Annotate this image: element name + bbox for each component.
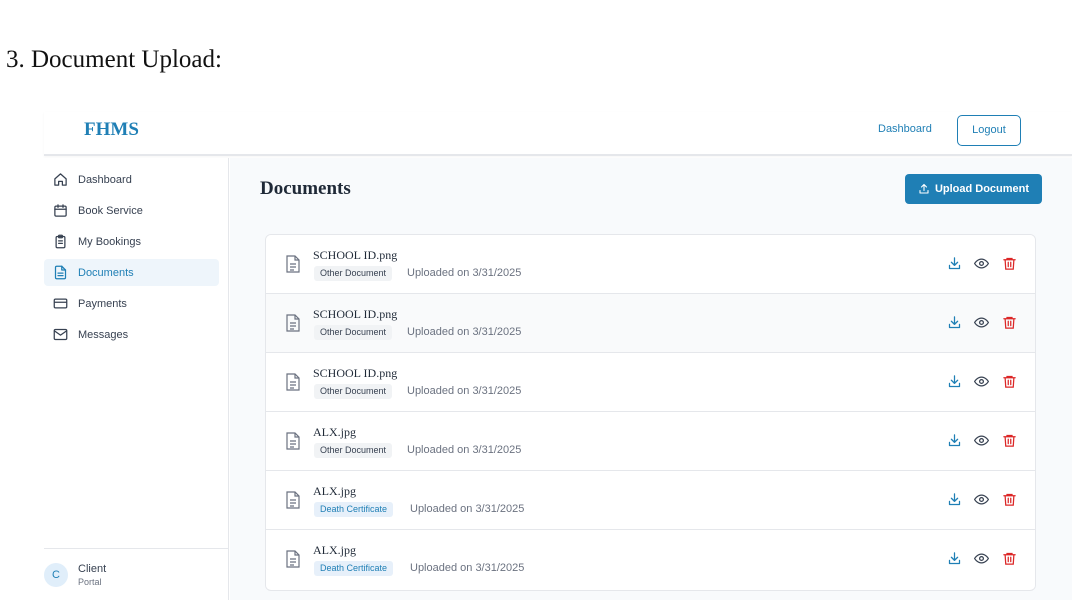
document-type-badge: Other Document: [314, 384, 393, 399]
list-item: SCHOOL ID.png Other Document Uploaded on…: [266, 294, 1035, 353]
upload-date: Uploaded on 3/31/2025: [407, 444, 522, 456]
download-icon[interactable]: [947, 551, 963, 567]
file-icon: [286, 373, 300, 391]
download-icon[interactable]: [947, 374, 963, 390]
trash-icon[interactable]: [1002, 551, 1018, 567]
document-type-badge: Other Document: [314, 266, 393, 281]
user-profile[interactable]: C Client Portal: [44, 548, 229, 600]
download-icon[interactable]: [947, 315, 963, 331]
view-icon[interactable]: [974, 374, 990, 390]
upload-date: Uploaded on 3/31/2025: [407, 385, 522, 397]
sidebar-item-messages[interactable]: Messages: [44, 321, 219, 348]
download-icon[interactable]: [947, 433, 963, 449]
document-type-badge: Other Document: [314, 325, 393, 340]
avatar: C: [44, 563, 68, 587]
sidebar-item-payments[interactable]: Payments: [44, 290, 219, 317]
file-icon: [286, 314, 300, 332]
user-name: Client: [78, 563, 107, 575]
download-icon[interactable]: [947, 256, 963, 272]
trash-icon[interactable]: [1002, 315, 1018, 331]
list-item: ALX.jpg Death Certificate Uploaded on 3/…: [266, 530, 1035, 589]
trash-icon[interactable]: [1002, 433, 1018, 449]
sidebar-item-book-service[interactable]: Book Service: [44, 197, 219, 224]
upload-date: Uploaded on 3/31/2025: [410, 503, 525, 515]
dashboard-nav-link[interactable]: Dashboard: [878, 123, 932, 135]
sidebar-item-label: Documents: [78, 266, 134, 279]
file-icon: [286, 432, 300, 450]
document-icon: [53, 265, 69, 281]
file-icon: [286, 491, 300, 509]
home-icon: [53, 172, 69, 188]
sidebar-item-label: Messages: [78, 328, 129, 341]
clipboard-icon: [53, 234, 69, 250]
sidebar-item-label: Dashboard: [78, 173, 132, 186]
sidebar-item-documents[interactable]: Documents: [44, 259, 219, 286]
file-icon: [286, 550, 300, 568]
document-type-badge: Death Certificate: [314, 502, 394, 517]
view-icon[interactable]: [974, 433, 990, 449]
main-content: Documents Upload Document SCHOOL ID.png …: [230, 158, 1072, 600]
view-icon[interactable]: [974, 256, 990, 272]
trash-icon[interactable]: [1002, 256, 1018, 272]
trash-icon[interactable]: [1002, 374, 1018, 390]
sidebar-item-label: Payments: [78, 297, 127, 310]
document-type-badge: Other Document: [314, 443, 393, 458]
file-name[interactable]: ALX.jpg: [313, 425, 356, 440]
file-name[interactable]: SCHOOL ID.png: [313, 307, 397, 322]
download-icon[interactable]: [947, 492, 963, 508]
view-icon[interactable]: [974, 551, 990, 567]
page-title: Documents: [260, 178, 351, 199]
upload-date: Uploaded on 3/31/2025: [407, 326, 522, 338]
trash-icon[interactable]: [1002, 492, 1018, 508]
upload-date: Uploaded on 3/31/2025: [407, 267, 522, 279]
top-bar: FHMS Dashboard Logout: [44, 112, 1072, 156]
file-name[interactable]: ALX.jpg: [313, 484, 356, 499]
upload-button-label: Upload Document: [934, 183, 1030, 195]
document-type-badge: Death Certificate: [314, 561, 394, 576]
sidebar-item-my-bookings[interactable]: My Bookings: [44, 228, 219, 255]
logout-button[interactable]: Logout: [957, 115, 1021, 146]
upload-document-button[interactable]: Upload Document: [905, 174, 1042, 204]
upload-icon: [919, 183, 929, 194]
brand-logo[interactable]: FHMS: [84, 119, 139, 141]
document-list: SCHOOL ID.png Other Document Uploaded on…: [265, 234, 1036, 591]
user-role: Portal: [78, 577, 102, 587]
list-item: SCHOOL ID.png Other Document Uploaded on…: [266, 235, 1035, 294]
view-icon[interactable]: [974, 492, 990, 508]
list-item: ALX.jpg Death Certificate Uploaded on 3/…: [266, 471, 1035, 530]
document-heading: 3. Document Upload:: [6, 46, 222, 73]
file-name[interactable]: ALX.jpg: [313, 543, 356, 558]
credit-card-icon: [53, 296, 69, 312]
sidebar: Dashboard Book Service My Bookings Docum…: [44, 158, 229, 600]
file-icon: [286, 255, 300, 273]
upload-date: Uploaded on 3/31/2025: [410, 562, 525, 574]
app-window: FHMS Dashboard Logout Dashboard Book Ser…: [44, 112, 1072, 600]
calendar-icon: [53, 203, 69, 219]
file-name[interactable]: SCHOOL ID.png: [313, 248, 397, 263]
mail-icon: [53, 327, 69, 343]
sidebar-item-label: Book Service: [78, 204, 143, 217]
list-item: SCHOOL ID.png Other Document Uploaded on…: [266, 353, 1035, 412]
view-icon[interactable]: [974, 315, 990, 331]
list-item: ALX.jpg Other Document Uploaded on 3/31/…: [266, 412, 1035, 471]
sidebar-item-dashboard[interactable]: Dashboard: [44, 166, 219, 193]
sidebar-item-label: My Bookings: [78, 235, 141, 248]
file-name[interactable]: SCHOOL ID.png: [313, 366, 397, 381]
